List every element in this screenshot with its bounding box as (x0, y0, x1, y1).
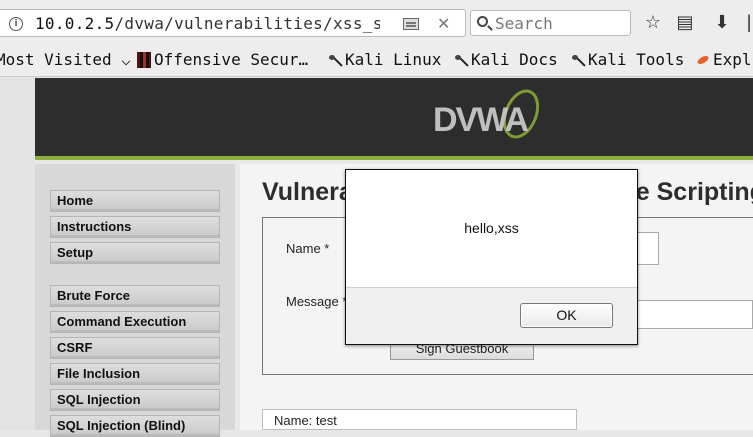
bookmark-kali-docs[interactable]: Kali Docs (454, 50, 558, 69)
search-placeholder: Search (495, 14, 553, 33)
menu-command-execution[interactable]: Command Execution (50, 311, 220, 333)
search-icon (477, 16, 488, 27)
message-field[interactable] (622, 300, 753, 329)
dvwa-logo: DVWA (433, 89, 540, 139)
info-icon[interactable]: i (9, 17, 23, 31)
bookmark-kali-linux[interactable]: Kali Linux (328, 50, 441, 69)
exploit-db-icon (696, 52, 710, 68)
browser-chrome: i 10.0.2.5/dvwa/vulnerabilities/xss_s ✕ … (0, 0, 753, 77)
search-bar[interactable]: Search (470, 10, 631, 36)
bookmark-most-visited[interactable]: Most Visited ⌵ (0, 50, 131, 69)
bookmark-kali-tools[interactable]: Kali Tools (571, 50, 684, 69)
menu-file-inclusion[interactable]: File Inclusion (50, 363, 220, 385)
message-label: Message * (286, 294, 348, 309)
bookmark-offensive-security[interactable]: Offensive Secur… (137, 50, 308, 69)
library-icon[interactable]: ▤ (674, 14, 696, 32)
menu-brute-force[interactable]: Brute Force (50, 285, 220, 307)
menu-setup[interactable]: Setup (50, 242, 220, 264)
url-text[interactable]: 10.0.2.5/dvwa/vulnerabilities/xss_s (35, 14, 380, 33)
dvwa-header: DVWA (35, 78, 753, 160)
kali-dragon-icon (571, 52, 585, 68)
reader-view-icon[interactable] (403, 18, 419, 30)
more-icon[interactable]: | (745, 14, 753, 32)
download-icon[interactable]: ⬇ (711, 14, 733, 32)
bookmark-exploit-db[interactable]: Expl (696, 50, 752, 69)
offensive-security-icon (137, 52, 151, 68)
kali-dragon-icon (328, 52, 342, 68)
clear-url-icon[interactable]: ✕ (437, 14, 450, 33)
alert-ok-button[interactable]: OK (520, 303, 613, 328)
menu-instructions[interactable]: Instructions (50, 216, 220, 238)
menu-home[interactable]: Home (50, 190, 220, 212)
alert-dialog-body: hello,xss (346, 170, 637, 288)
page-margin (0, 78, 35, 430)
dvwa-logo-text: DVWA (433, 101, 528, 139)
bookmark-star-icon[interactable]: ☆ (642, 14, 664, 32)
bookmarks-toolbar: Most Visited ⌵ Offensive Secur… Kali Lin… (0, 47, 753, 75)
alert-dialog: hello,xss OK (345, 169, 638, 345)
guestbook-entry: Name: test (262, 409, 577, 430)
menu-sql-injection-blind[interactable]: SQL Injection (Blind) (50, 415, 220, 437)
alert-message: hello,xss (464, 220, 519, 236)
name-label: Name * (286, 241, 330, 256)
menu-csrf[interactable]: CSRF (50, 337, 220, 359)
chevron-down-icon: ⌵ (121, 50, 131, 69)
kali-dragon-icon (454, 52, 468, 68)
menu-sql-injection[interactable]: SQL Injection (50, 389, 220, 411)
address-bar[interactable]: i 10.0.2.5/dvwa/vulnerabilities/xss_s ✕ (0, 9, 466, 37)
